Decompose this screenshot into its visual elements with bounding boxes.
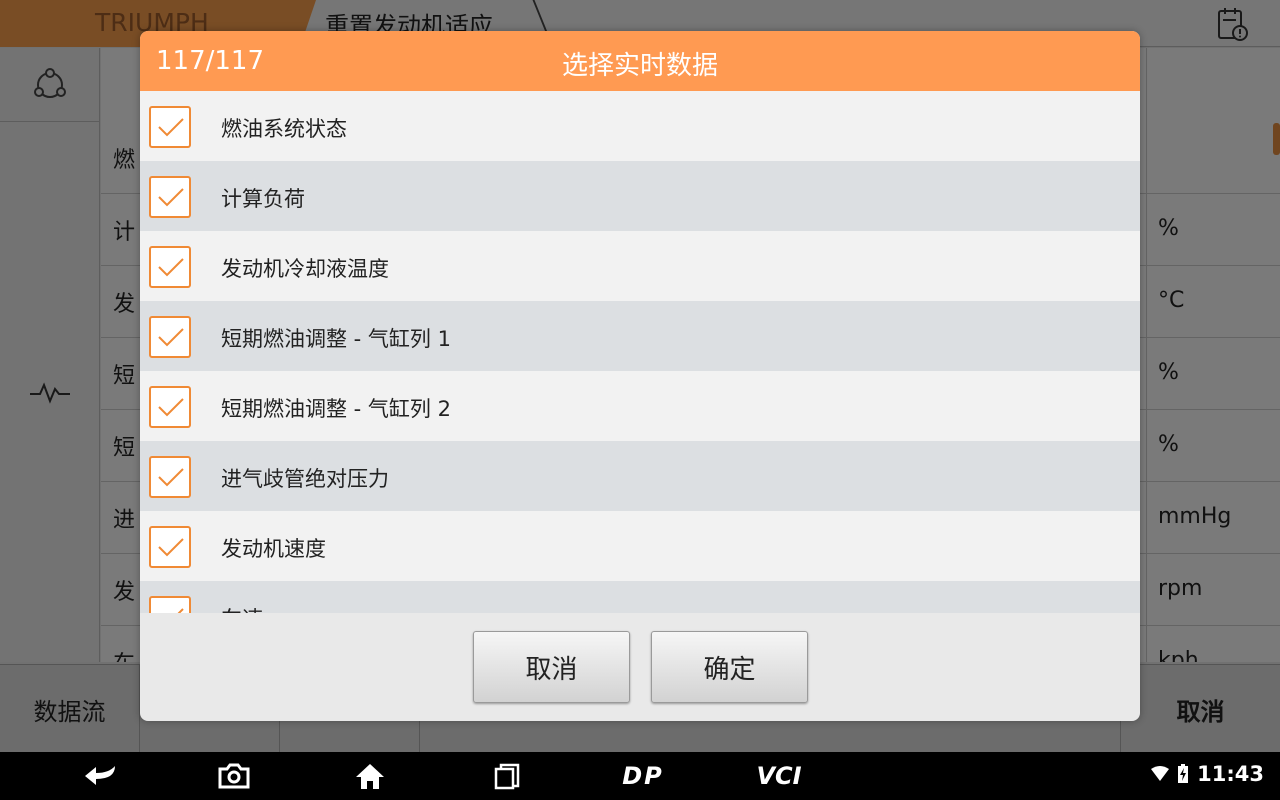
check-icon xyxy=(158,468,184,487)
list-item[interactable]: 短期燃油调整 - 气缸列 2 xyxy=(140,371,1140,441)
item-label: 短期燃油调整 - 气缸列 2 xyxy=(221,397,451,421)
item-label: 发动机速度 xyxy=(221,537,326,561)
select-live-data-dialog: 选择实时数据 117/117 燃油系统状态 计算负荷 发动机冷却液温度 短期燃油… xyxy=(140,31,1140,721)
checkbox[interactable] xyxy=(149,316,191,358)
item-label: 车速 xyxy=(221,603,263,613)
dialog-cancel-button[interactable]: 取消 xyxy=(473,631,630,703)
item-label: 计算负荷 xyxy=(221,187,305,211)
checkbox[interactable] xyxy=(149,246,191,288)
selection-count: 117/117 xyxy=(156,46,265,76)
checkbox[interactable] xyxy=(149,106,191,148)
checkbox[interactable] xyxy=(149,176,191,218)
battery-charging-icon xyxy=(1178,764,1189,783)
list-item[interactable]: 车速 xyxy=(140,581,1140,613)
checkbox[interactable] xyxy=(149,526,191,568)
wifi-icon xyxy=(1151,766,1170,781)
check-icon xyxy=(177,608,184,613)
item-label: 短期燃油调整 - 气缸列 1 xyxy=(221,327,451,351)
item-label: 进气歧管绝对压力 xyxy=(221,467,389,491)
camera-icon[interactable] xyxy=(215,761,253,791)
check-icon xyxy=(158,118,184,137)
check-icon xyxy=(158,538,184,557)
checkbox[interactable] xyxy=(149,456,191,498)
item-label: 发动机冷却液温度 xyxy=(221,257,389,281)
vci-logo-icon[interactable]: VCI xyxy=(745,761,813,791)
check-icon xyxy=(158,188,184,207)
list-item[interactable]: 进气歧管绝对压力 xyxy=(140,441,1140,511)
home-icon[interactable] xyxy=(352,761,388,791)
list-item[interactable]: 发动机速度 xyxy=(140,511,1140,581)
live-data-list[interactable]: 燃油系统状态 计算负荷 发动机冷却液温度 短期燃油调整 - 气缸列 1 短期燃油… xyxy=(140,91,1140,613)
list-item[interactable]: 燃油系统状态 xyxy=(140,91,1140,161)
check-icon xyxy=(158,258,184,277)
check-icon xyxy=(158,398,184,417)
dialog-header: 选择实时数据 117/117 xyxy=(140,31,1140,91)
list-item[interactable]: 发动机冷却液温度 xyxy=(140,231,1140,301)
list-item[interactable]: 计算负荷 xyxy=(140,161,1140,231)
checkbox[interactable] xyxy=(149,386,191,428)
dialog-title: 选择实时数据 xyxy=(561,51,718,81)
dp-logo-icon[interactable]: DP xyxy=(612,761,674,791)
checkbox[interactable] xyxy=(149,596,191,613)
list-item[interactable]: 短期燃油调整 - 气缸列 1 xyxy=(140,301,1140,371)
clock: 11:43 xyxy=(1197,762,1264,786)
dialog-confirm-button[interactable]: 确定 xyxy=(651,631,808,703)
status-area: 11:43 xyxy=(1151,762,1264,786)
back-icon[interactable] xyxy=(80,761,120,791)
system-nav-bar: DP VCI 11:43 xyxy=(0,752,1280,800)
recents-icon[interactable] xyxy=(490,761,524,791)
item-label: 燃油系统状态 xyxy=(221,117,347,141)
check-icon xyxy=(158,328,184,347)
